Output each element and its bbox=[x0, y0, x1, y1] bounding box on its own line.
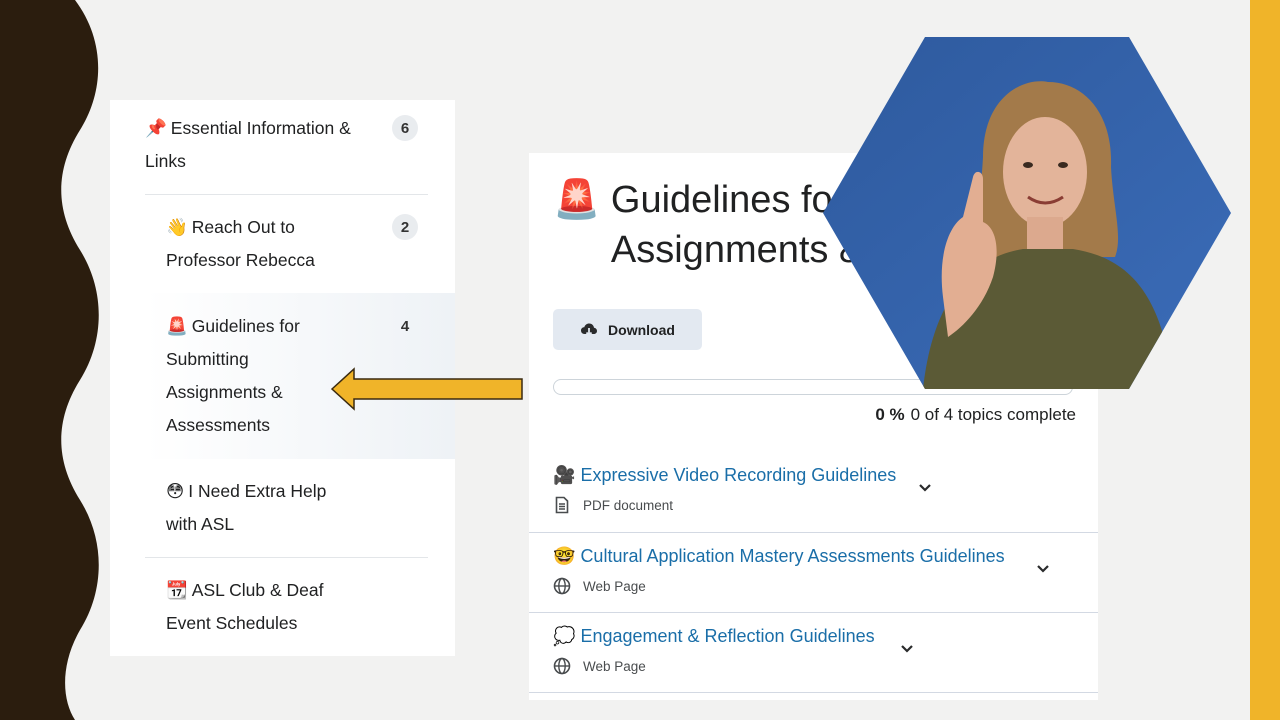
sidebar-item-label: I Need Extra Help with ASL bbox=[166, 481, 327, 534]
topic-link[interactable]: 🎥 Expressive Video Recording Guidelines bbox=[553, 465, 896, 486]
sidebar-item-label: Reach Out to Professor Rebecca bbox=[166, 217, 315, 270]
progress-percent: 0 % bbox=[875, 405, 905, 424]
chevron-down-icon[interactable] bbox=[1035, 560, 1051, 576]
document-icon bbox=[555, 496, 569, 514]
flushed-face-icon: 😳 bbox=[166, 481, 185, 501]
cloud-download-icon bbox=[581, 323, 598, 337]
siren-icon: 🚨 bbox=[166, 316, 188, 336]
thought-bubble-icon: 💭 bbox=[553, 626, 576, 646]
right-decorative-bar bbox=[1250, 0, 1280, 720]
nerd-face-icon: 🤓 bbox=[553, 546, 576, 566]
waving-hand-icon: 👋 bbox=[166, 217, 188, 237]
sidebar-item-essential-information[interactable]: 📌 Essential Information & Links 6 bbox=[110, 100, 455, 195]
sidebar-item-extra-help[interactable]: 😳 I Need Extra Help with ASL bbox=[110, 459, 455, 558]
sidebar-item-label: Essential Information & Links bbox=[145, 118, 351, 171]
movie-camera-icon: 🎥 bbox=[553, 465, 576, 485]
globe-icon bbox=[553, 577, 571, 595]
sidebar-item-asl-club[interactable]: 📆 ASL Club & Deaf Event Schedules bbox=[110, 558, 455, 656]
topic-type: Web Page bbox=[583, 579, 646, 594]
topic-type: PDF document bbox=[583, 498, 674, 513]
topic-divider bbox=[529, 692, 1098, 693]
topic-link[interactable]: 🤓 Cultural Application Mastery Assessmen… bbox=[553, 546, 1005, 567]
sidebar-item-reach-out[interactable]: 👋 Reach Out to Professor Rebecca 2 bbox=[110, 195, 455, 293]
item-count-badge: 2 bbox=[392, 214, 418, 240]
chevron-down-icon[interactable] bbox=[917, 479, 933, 495]
calendar-icon: 📆 bbox=[166, 580, 188, 600]
item-count-badge: 6 bbox=[392, 115, 418, 141]
presenter-video-hexagon bbox=[823, 37, 1231, 389]
chevron-down-icon[interactable] bbox=[899, 640, 915, 656]
topic-link[interactable]: 💭 Engagement & Reflection Guidelines bbox=[553, 626, 875, 647]
left-arrow-icon bbox=[330, 367, 523, 411]
topic-type: Web Page bbox=[583, 659, 646, 674]
pushpin-icon: 📌 bbox=[145, 118, 167, 138]
siren-icon: 🚨 bbox=[553, 179, 601, 221]
topic-item[interactable]: 💭 Engagement & Reflection Guidelines Web… bbox=[553, 612, 1098, 692]
globe-icon bbox=[553, 657, 571, 675]
download-button[interactable]: Download bbox=[553, 309, 702, 350]
item-count-badge: 4 bbox=[400, 317, 410, 335]
topic-item[interactable]: 🎥 Expressive Video Recording Guidelines … bbox=[553, 451, 1098, 531]
topic-item[interactable]: 🤓 Cultural Application Mastery Assessmen… bbox=[553, 532, 1098, 612]
progress-topics-complete: 0 of 4 topics complete bbox=[910, 405, 1076, 424]
progress-status: 0 % 0 of 4 topics complete bbox=[875, 405, 1076, 425]
left-decorative-frame bbox=[0, 0, 99, 720]
sidebar-item-label: ASL Club & Deaf Event Schedules bbox=[166, 580, 324, 633]
